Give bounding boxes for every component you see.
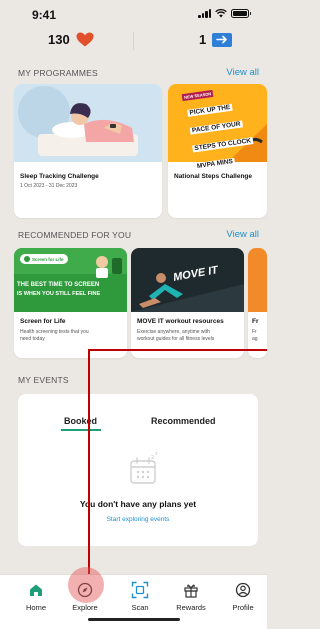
empty-events-message: You don't have any plans yet [79,499,197,509]
programme-dates: 1 Oct 2023 - 31 Dec 2023 [20,183,78,189]
profile-icon [219,581,267,599]
tickets-counter[interactable]: 1 [199,32,233,47]
annotation-line-vertical [88,349,90,581]
recommended-card-screen-for-life[interactable]: Screen for Life THE BEST TIME TO SCREEN … [14,248,127,358]
programme-title: Sleep Tracking Challenge [20,173,99,180]
status-bar: 9:41 [0,0,267,28]
status-icons [198,9,251,18]
annotation-line-horizontal [88,349,267,351]
wifi-icon [215,9,227,18]
events-card: Booked Recommended z z You don't have an… [18,394,258,546]
nav-profile-label: Profile [232,603,254,612]
screen-for-life-logo: Screen for Life [20,254,68,264]
recommended-title: Fr [252,318,259,325]
calendar-sleep-icon: z z [130,451,158,484]
svg-text:z: z [155,451,158,457]
status-time: 9:41 [32,8,57,22]
svg-text:z: z [151,454,154,461]
nav-home-label: Home [25,603,46,612]
recommended-card-move-it[interactable]: MOVE IT MOVE IT workout resources Exerci… [131,248,244,358]
recommended-desc: Health screening tests that you [20,329,89,335]
nav-profile[interactable]: Profile [219,581,267,612]
nav-scan-label: Scan [131,603,149,612]
counter-divider [133,32,134,50]
tickets-count: 1 [199,32,207,47]
steps-banner-line: STEPS TO CLOCK [192,137,254,153]
nav-rewards[interactable]: Rewards [167,581,215,612]
start-exploring-events-link[interactable]: Start exploring events [18,516,258,523]
scan-icon [116,581,164,599]
signal-icon [198,9,211,18]
recommended-desc: need today [20,336,45,342]
programme-title: National Steps Challenge [174,173,253,180]
screen-for-life-logo-text: Screen for Life [32,256,64,262]
tab-recommended[interactable]: Recommended [151,416,216,426]
recommended-desc: Fr [252,329,257,335]
recommended-desc: Exercise anywhere, anytime with [137,329,210,335]
recommended-title: Screen for Life [20,318,66,325]
nav-explore-label: Explore [72,603,98,612]
programmes-section-title: MY PROGRAMMES [18,68,98,78]
recommended-title: MOVE IT workout resources [137,318,224,325]
nav-scan[interactable]: Scan [116,581,164,612]
tap-indicator [68,567,104,603]
steps-banner-line: PACE OF YOUR [189,120,243,135]
recommended-desc: workout guides for all fitness levels [137,336,215,342]
heart-icon [76,32,94,47]
hearts-count: 130 [48,32,70,47]
programme-card-sleep[interactable]: Sleep Tracking Challenge 1 Oct 2023 - 31… [14,84,162,218]
steps-banner-line: PICK UP THE [187,103,233,117]
active-tab-indicator [61,429,101,431]
sleep-illustration [14,84,162,162]
nav-home[interactable]: Home [12,581,60,612]
home-icon [12,581,60,599]
tab-booked[interactable]: Booked [64,416,97,426]
recommended-desc: ag [252,336,258,342]
screen-for-life-banner-line: THE BEST TIME TO SCREEN [17,282,100,288]
nav-rewards-label: Rewards [176,603,206,612]
programmes-view-all-link[interactable]: View all [226,67,259,78]
screen-for-life-logo-icon [24,256,30,262]
ticket-icon [212,32,233,47]
gift-icon [167,581,215,599]
programme-card-steps[interactable]: NEW SEASON PICK UP THE PACE OF YOUR STEP… [168,84,267,218]
hearts-counter[interactable]: 130 [48,32,94,47]
steps-banner-line: MVPA MINS [194,157,236,171]
recommended-view-all-link[interactable]: View all [226,229,259,240]
partial-card-banner [248,248,267,312]
screen-for-life-banner-line: IS WHEN YOU STILL FEEL FINE [17,291,101,297]
recommended-section-title: RECOMMENDED FOR YOU [18,230,132,240]
home-indicator [88,618,180,621]
recommended-card-partial[interactable]: Fr Fr ag [248,248,267,358]
events-section-title: MY EVENTS [18,375,69,385]
battery-icon [231,9,251,18]
steps-banner-text: PICK UP THE PACE OF YOUR STEPS TO CLOCK … [186,94,256,174]
counters-row: 130 1 [0,28,267,54]
